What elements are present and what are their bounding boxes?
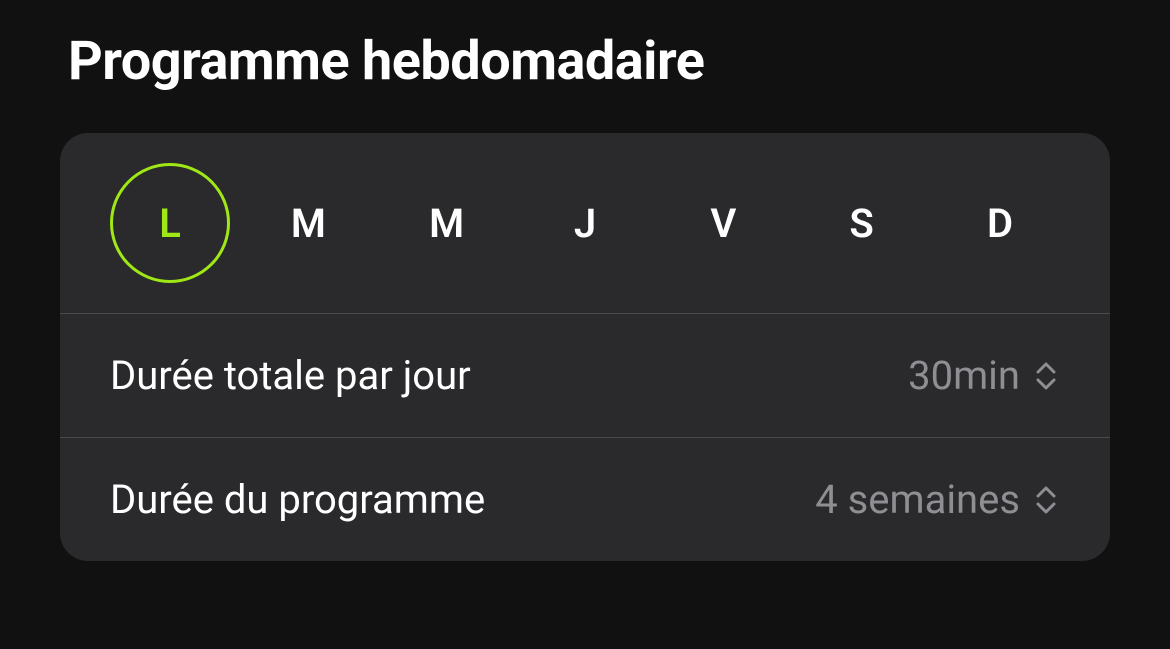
program-duration-row[interactable]: Durée du programme 4 semaines bbox=[60, 438, 1110, 561]
day-friday[interactable]: V bbox=[663, 163, 783, 283]
program-duration-stepper[interactable]: 4 semaines bbox=[815, 476, 1060, 523]
daily-duration-value: 30min bbox=[908, 352, 1020, 399]
daily-duration-stepper[interactable]: 30min bbox=[908, 352, 1060, 399]
daily-duration-label: Durée totale par jour bbox=[110, 352, 471, 399]
schedule-card: L M M J V S D Durée totale par jour 30mi… bbox=[60, 133, 1110, 561]
days-row: L M M J V S D bbox=[60, 133, 1110, 313]
stepper-icon bbox=[1032, 482, 1060, 518]
day-tuesday[interactable]: M bbox=[248, 163, 368, 283]
page-title: Programme hebdomadaire bbox=[68, 30, 1110, 93]
day-monday[interactable]: L bbox=[110, 163, 230, 283]
day-wednesday[interactable]: M bbox=[387, 163, 507, 283]
daily-duration-row[interactable]: Durée totale par jour 30min bbox=[60, 314, 1110, 437]
program-duration-value: 4 semaines bbox=[815, 476, 1020, 523]
day-thursday[interactable]: J bbox=[525, 163, 645, 283]
program-duration-label: Durée du programme bbox=[110, 476, 485, 523]
day-sunday[interactable]: D bbox=[940, 163, 1060, 283]
stepper-icon bbox=[1032, 358, 1060, 394]
day-saturday[interactable]: S bbox=[802, 163, 922, 283]
